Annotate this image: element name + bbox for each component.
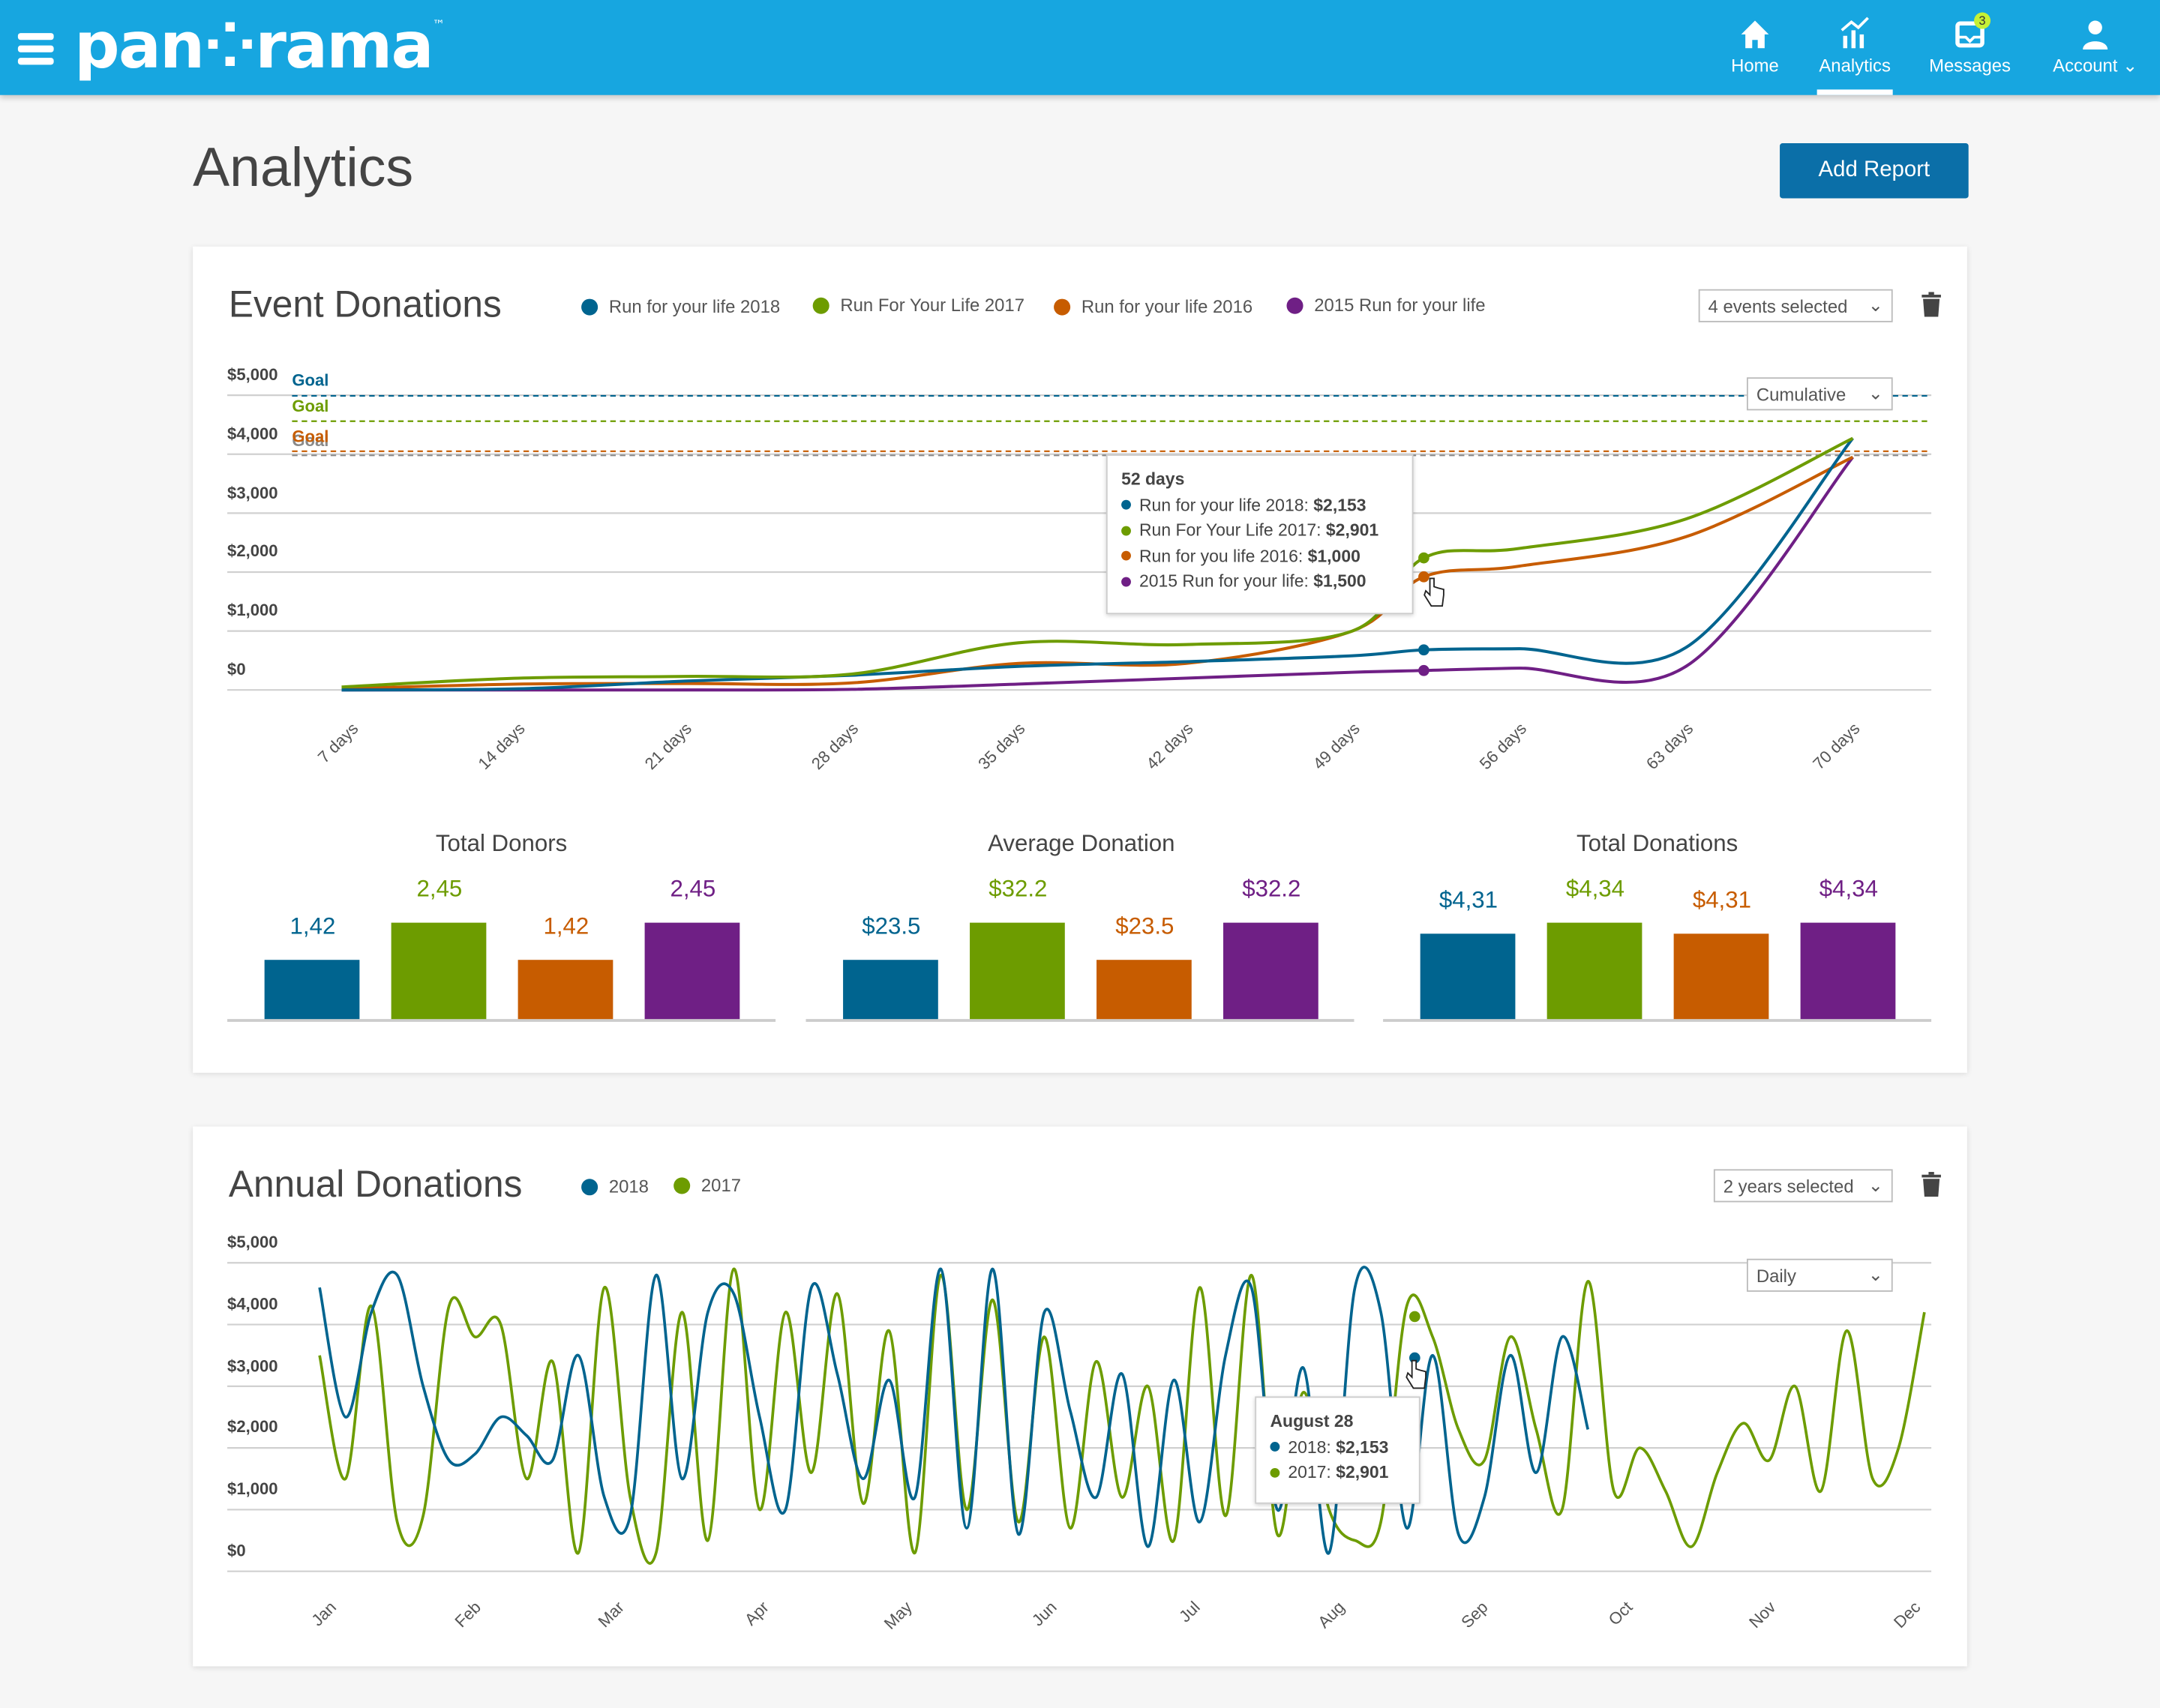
y-tick-label: $2,000: [227, 1417, 278, 1437]
y-tick-label: $5,000: [227, 1232, 278, 1252]
y-tick-label: $3,000: [227, 482, 278, 502]
series-line: [318, 1267, 1926, 1565]
goal-label: Goal: [292, 396, 329, 416]
y-tick-label: $0: [227, 659, 246, 679]
y-tick-label: $2,000: [227, 541, 278, 562]
chevron-down-icon: ⌄: [1868, 1264, 1883, 1285]
y-tick-label: $4,000: [227, 1294, 278, 1314]
y-tick-label: $0: [227, 1541, 246, 1561]
y-tick-label: $3,000: [227, 1356, 278, 1376]
highlight-point: [1408, 1311, 1420, 1323]
annual-donations-chart: [227, 1262, 1932, 1572]
page: pan⁘rama™ Home Analytics Messages 3 Acco…: [0, 0, 2160, 1708]
goal-label: Goal: [292, 426, 329, 446]
interval-select[interactable]: Daily ⌄: [1746, 1258, 1893, 1292]
y-tick-label: $5,000: [227, 364, 278, 385]
y-tick-label: $1,000: [227, 1479, 278, 1499]
annual-tooltip: August 28 2018: $2,153 2017: $2,901: [1255, 1396, 1420, 1504]
hand-cursor-icon: [1406, 1359, 1426, 1389]
goal-label: Goal: [292, 370, 329, 391]
tooltip-title: August 28: [1270, 1412, 1354, 1431]
y-tick-label: $1,000: [227, 601, 278, 620]
y-tick-label: $4,000: [227, 424, 278, 444]
